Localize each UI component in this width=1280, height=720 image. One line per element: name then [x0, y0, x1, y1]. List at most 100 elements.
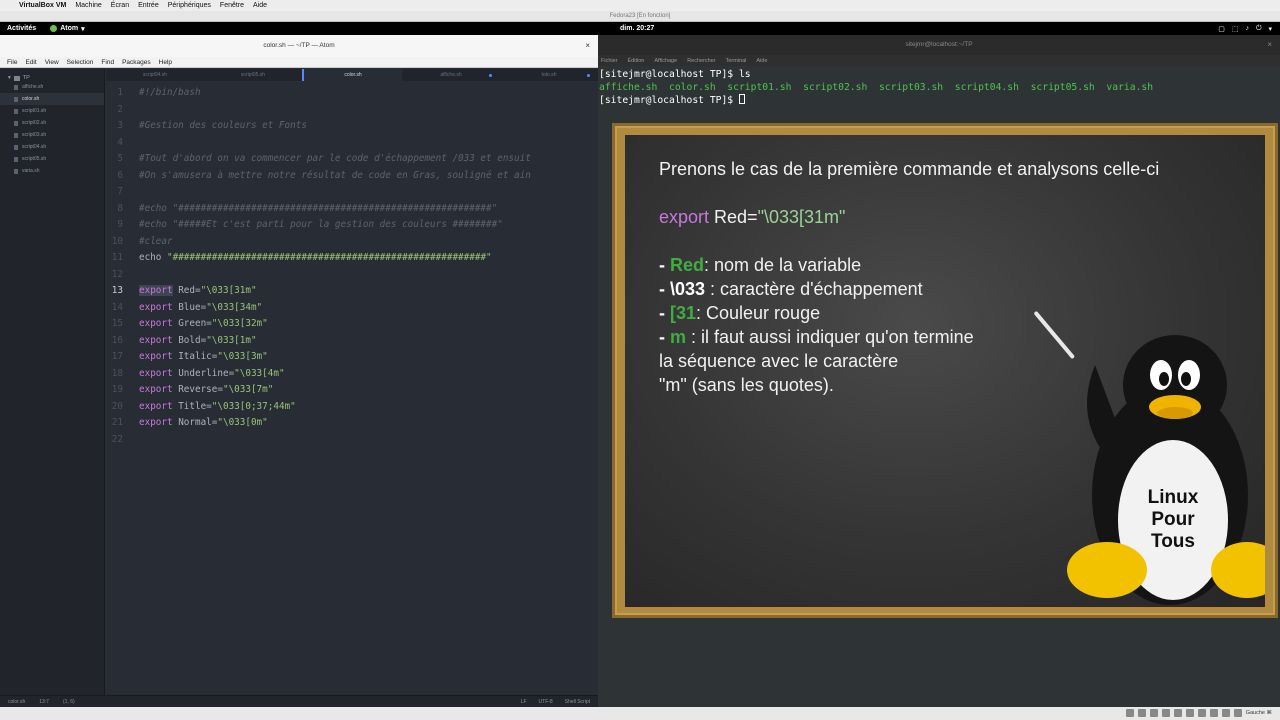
- tree-root-folder[interactable]: ▾ TP: [0, 69, 104, 81]
- code-line[interactable]: 7: [106, 184, 598, 201]
- clock[interactable]: dim. 20:27: [620, 25, 654, 32]
- code-line[interactable]: 16 export Bold="\033[1m": [106, 333, 598, 350]
- modified-dot-icon[interactable]: [489, 74, 492, 77]
- editor-tab[interactable]: script04.sh: [106, 69, 204, 81]
- code-line[interactable]: 2: [106, 102, 598, 119]
- line-number: 3: [117, 120, 123, 131]
- code-line[interactable]: 15 export Green="\033[32m": [106, 316, 598, 333]
- term-menu-rechercher[interactable]: Rechercher: [687, 58, 715, 64]
- editor-tab[interactable]: color.sh: [302, 69, 402, 81]
- term-menu-terminal[interactable]: Terminal: [726, 58, 747, 64]
- code-line[interactable]: 21 export Normal="\033[0m": [106, 415, 598, 432]
- tree-file-item[interactable]: script04.sh: [0, 141, 104, 153]
- app-menu[interactable]: Atom ▾: [36, 25, 85, 33]
- editor-tab[interactable]: toto.sh: [500, 69, 598, 81]
- code-line[interactable]: 9 #echo "#####Et c'est parti pour la gest…: [106, 217, 598, 234]
- modified-dot-icon[interactable]: [587, 74, 590, 77]
- term-menu-edition[interactable]: Édition: [628, 58, 645, 64]
- code-line[interactable]: 18 export Underline="\033[4m": [106, 366, 598, 383]
- tree-file-item[interactable]: script01.sh: [0, 105, 104, 117]
- atom-menu-view[interactable]: View: [45, 59, 59, 66]
- code-line[interactable]: 3 #Gestion des couleurs et Fonts: [106, 118, 598, 135]
- audio-icon[interactable]: [1149, 709, 1158, 717]
- atom-menu-file[interactable]: File: [7, 59, 17, 66]
- code-token: export: [139, 400, 173, 412]
- mouse-icon[interactable]: [1233, 709, 1242, 717]
- code-text: #Gestion des couleurs et Fonts: [139, 118, 307, 135]
- status-file[interactable]: color.sh: [8, 699, 25, 705]
- code-line[interactable]: 14 export Blue="\033[34m": [106, 300, 598, 317]
- line-number: 1: [117, 87, 123, 98]
- term-menu-affichage[interactable]: Affichage: [654, 58, 677, 64]
- code-token: "\033[31m": [200, 285, 257, 296]
- optical-drive-icon[interactable]: [1137, 709, 1146, 717]
- tree-file-item[interactable]: script05.sh: [0, 153, 104, 165]
- code-text: export Italic="\033[3m": [139, 349, 268, 366]
- code-line[interactable]: 22: [106, 432, 598, 449]
- status-line-ending[interactable]: LF: [521, 699, 527, 705]
- vm-status-bar: Gauche ⌘: [0, 707, 1280, 720]
- mac-menu-machine[interactable]: Machine: [75, 2, 101, 9]
- system-tray[interactable]: ▢ ⬚ ♪ ⏻ ▾: [1218, 25, 1272, 33]
- close-icon[interactable]: ×: [585, 35, 590, 57]
- shared-folder-icon[interactable]: [1185, 709, 1194, 717]
- tree-file-label: script03.sh: [22, 132, 47, 138]
- atom-menu-packages[interactable]: Packages: [122, 59, 151, 66]
- mac-menu-ecran[interactable]: Écran: [111, 2, 129, 9]
- atom-menu-help[interactable]: Help: [159, 59, 172, 66]
- usb-icon[interactable]: [1173, 709, 1182, 717]
- code-line[interactable]: 17 export Italic="\033[3m": [106, 349, 598, 366]
- network-icon: ⬚: [1231, 25, 1239, 33]
- cpu-icon[interactable]: [1221, 709, 1230, 717]
- editor-tab[interactable]: script05.sh: [204, 69, 302, 81]
- code-text: export Underline="\033[4m": [139, 366, 285, 383]
- display-icon[interactable]: [1197, 709, 1206, 717]
- term-menu-aide[interactable]: Aide: [756, 58, 767, 64]
- tree-file-item[interactable]: script02.sh: [0, 117, 104, 129]
- tree-file-item[interactable]: script03.sh: [0, 129, 104, 141]
- code-line[interactable]: 11 echo "################################…: [106, 250, 598, 267]
- code-editor[interactable]: 1 #!/bin/bash 2 3 #Gestion des couleurs et F…: [106, 81, 598, 685]
- code-token: #clear: [139, 235, 173, 247]
- code-line[interactable]: 6 #On s'amusera à mettre notre résultat d…: [106, 168, 598, 185]
- status-encoding[interactable]: UTF-8: [539, 699, 553, 705]
- code-line[interactable]: 10 #clear: [106, 234, 598, 251]
- atom-menu-find[interactable]: Find: [101, 59, 114, 66]
- code-line[interactable]: 12: [106, 267, 598, 284]
- activities-button[interactable]: Activités: [0, 25, 36, 32]
- code-text: #echo "#################################…: [139, 201, 497, 218]
- code-token: Title=: [172, 400, 212, 412]
- code-token: #Tout d'abord on va commencer par le cod…: [139, 153, 531, 164]
- tree-file-item[interactable]: color.sh: [0, 93, 104, 105]
- recording-icon[interactable]: [1209, 709, 1218, 717]
- term-menu-fichier[interactable]: Fichier: [601, 58, 618, 64]
- status-grammar[interactable]: Shell Script: [565, 699, 590, 705]
- atom-menu-selection[interactable]: Selection: [67, 59, 94, 66]
- tree-file-label: script05.sh: [22, 156, 47, 162]
- code-line[interactable]: 13 export Red="\033[31m": [106, 283, 598, 300]
- disk-icon[interactable]: [1125, 709, 1134, 717]
- code-line[interactable]: 20 export Title="\033[0;37;44m": [106, 399, 598, 416]
- bullet-text: : caractère d'échappement: [705, 279, 923, 299]
- code-text: export Bold="\033[1m": [139, 333, 257, 350]
- code-line[interactable]: 1 #!/bin/bash: [106, 85, 598, 102]
- tree-file-item[interactable]: varia.sh: [0, 165, 104, 177]
- network-icon[interactable]: [1161, 709, 1170, 717]
- mac-menu-entree[interactable]: Entrée: [138, 2, 159, 9]
- code-line[interactable]: 19 export Reverse="\033[7m": [106, 382, 598, 399]
- tree-file-item[interactable]: affiche.sh: [0, 81, 104, 93]
- mac-menu-aide[interactable]: Aide: [253, 2, 267, 9]
- mac-menu-fenetre[interactable]: Fenêtre: [220, 2, 244, 9]
- editor-tab[interactable]: affiche.sh: [402, 69, 500, 81]
- code-line[interactable]: 5 #Tout d'abord on va commencer par le co…: [106, 151, 598, 168]
- vm-status-icons: Gauche ⌘: [1125, 709, 1272, 717]
- mac-app-name[interactable]: VirtualBox VM: [19, 2, 66, 9]
- tab-label: toto.sh: [541, 72, 557, 78]
- close-icon[interactable]: ×: [1267, 35, 1272, 55]
- mac-menu-peripheriques[interactable]: Périphériques: [168, 2, 211, 9]
- line-number: 11: [111, 252, 123, 263]
- code-line[interactable]: 8 #echo "################################…: [106, 201, 598, 218]
- code-line[interactable]: 4: [106, 135, 598, 152]
- status-cursor[interactable]: 13:7: [39, 699, 49, 705]
- atom-menu-edit[interactable]: Edit: [25, 59, 36, 66]
